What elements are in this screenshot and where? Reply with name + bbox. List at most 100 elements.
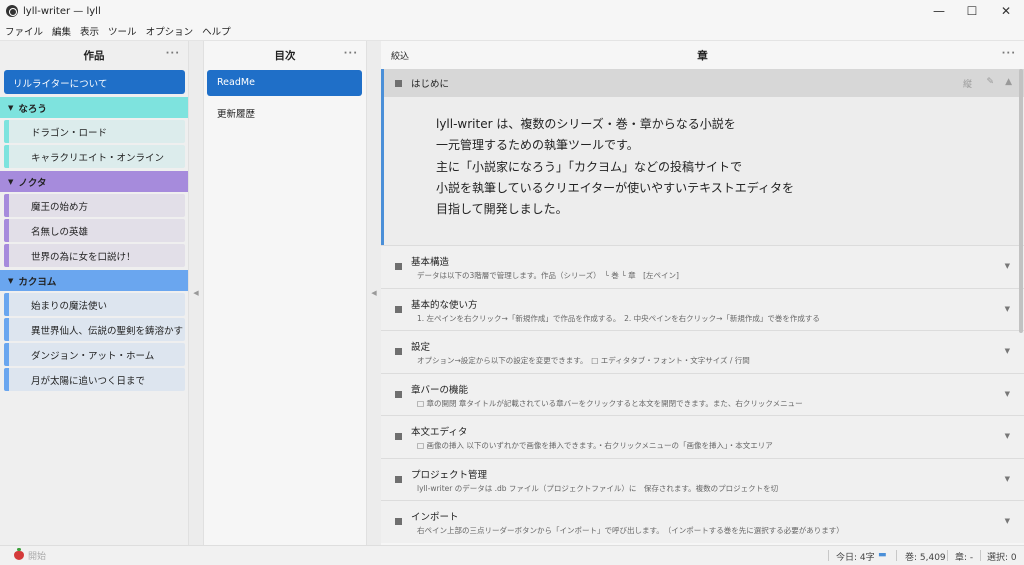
work-item[interactable]: 月が太陽に追いつく日まで <box>4 368 185 391</box>
toc-pane-title: 目次 <box>274 49 296 62</box>
chapter-bar[interactable]: インポート 右ペイン上部の三点リーダーボタンから「インポート」で呼び出します。 （… <box>381 500 1024 543</box>
menu-file[interactable]: ファイル <box>5 24 43 38</box>
filter-button[interactable]: 絞込 <box>391 49 409 62</box>
work-group-name: なろう <box>18 103 47 115</box>
chapter-title: 基本構造 <box>411 257 450 268</box>
chapter-square-icon <box>395 518 402 525</box>
menu-view[interactable]: 表示 <box>80 24 99 38</box>
chapters-pane-header: 絞込 章 ··· <box>381 41 1024 69</box>
work-group-name: カクヨム <box>18 276 57 288</box>
expand-triangle-icon[interactable]: ▼ <box>8 104 13 112</box>
work-item[interactable]: 始まりの魔法使い <box>4 293 185 316</box>
expand-chevron-icon[interactable]: ▼ <box>1005 517 1010 525</box>
chapters-scrollbar[interactable] <box>1019 69 1023 333</box>
status-divider <box>828 550 829 561</box>
chapter-bar[interactable]: 本文エディタ □ 画像の挿入 以下のいずれかで画像を挿入できます。・右クリックメニ… <box>381 415 1024 458</box>
maximize-button[interactable]: ☐ <box>955 0 989 22</box>
chapter-title: インポート <box>411 512 459 523</box>
status-volume: 巻: 5,409 <box>905 553 946 563</box>
app-status-icon <box>14 548 24 560</box>
work-item[interactable]: ドラゴン・ロード <box>4 120 185 143</box>
work-item[interactable]: ダンジョン・アット・ホーム <box>4 343 185 366</box>
chapter-summary: データは以下の3階層で管理します。作品（シリーズ） └ 巻 └ 章 [左ペイン] <box>417 271 679 280</box>
collapse-mid-icon: ◀ <box>371 289 377 297</box>
toc-more-button[interactable]: ··· <box>344 48 358 59</box>
menu-help[interactable]: ヘルプ <box>202 24 231 38</box>
collapse-left-icon: ◀ <box>193 289 199 297</box>
status-divider <box>896 550 897 561</box>
chapter-title: 章バーの機能 <box>411 384 469 396</box>
status-chapter: 章: - <box>955 553 974 563</box>
work-item[interactable]: 魔王の始め方 <box>4 194 185 217</box>
works-pane: 作品 ··· リルライターについて ▼ なろうドラゴン・ロード キャラクリエイト・オ… <box>0 41 189 545</box>
chapter-summary: □ 章の開閉 章タイトルが記載されている章バーをクリックすると本文を開閉できます… <box>417 398 803 408</box>
work-group-header[interactable]: ▼ ノクタ <box>0 171 188 192</box>
status-start: 開始 <box>28 552 47 562</box>
work-item[interactable]: キャラクリエイト・オンライン <box>4 145 185 168</box>
chapter-title: 本文エディタ <box>411 427 468 438</box>
chapter-summary: 1. 左ペインを右クリック→「新規作成」で作品を作成する。 2. 中央ペインを右… <box>417 313 820 323</box>
chapters-more-button[interactable]: ··· <box>1002 48 1016 59</box>
works-tree: ▼ なろうドラゴン・ロード キャラクリエイト・オンライン ▼ ノクタ魔王の始め方 名無しの… <box>0 97 188 391</box>
chapter-square-icon <box>395 79 402 87</box>
chapter-bar[interactable]: 章バーの機能 □ 章の開閉 章タイトルが記載されている章バーをクリックすると本文を… <box>381 372 1024 415</box>
expand-chevron-icon[interactable]: ▼ <box>1005 347 1010 355</box>
expand-triangle-icon[interactable]: ▼ <box>8 277 13 285</box>
window-title: lyll-writer — lyll <box>23 5 101 17</box>
active-chapter-title: はじめに <box>411 79 450 90</box>
toc-item-changelog[interactable]: 更新履歴 <box>207 99 362 125</box>
about-item[interactable]: リルライターについて <box>4 70 185 94</box>
right-splitter[interactable]: ◀ <box>367 41 381 545</box>
chapter-bar[interactable]: プロジェクト管理 lyll-writer のデータは .db ファイル（プロジェク… <box>381 457 1024 500</box>
menu-edit[interactable]: 編集 <box>52 24 71 38</box>
menu-bar: ファイル 編集 表示 ツール オプション ヘルプ <box>0 22 1024 41</box>
body-line: 主に「小説家になろう」「カクヨム」などの投稿サイトで <box>436 159 743 174</box>
active-chapter-bar[interactable]: はじめに 縦 ✎ ▲ <box>381 69 1024 97</box>
status-selection: 選択: 0 <box>987 553 1017 563</box>
expand-chevron-icon[interactable]: ▼ <box>1005 305 1010 313</box>
status-chart-icon: ▬ <box>878 550 887 560</box>
minimize-button[interactable]: — <box>922 0 956 22</box>
toc-pane: 目次 ··· ReadMe 更新履歴 <box>203 41 367 545</box>
chapter-summary: オプション→設定から以下の設定を変更できます。 □ エディタタブ・フォント・文字… <box>417 356 750 365</box>
expand-chevron-icon[interactable]: ▼ <box>1005 390 1010 398</box>
chapter-bar[interactable]: 基本的な使い方 1. 左ペインを右クリック→「新規作成」で作品を作成する。 2. … <box>381 287 1024 330</box>
work-group-name: ノクタ <box>18 177 47 189</box>
works-more-button[interactable]: ··· <box>166 48 180 59</box>
expand-chevron-icon[interactable]: ▼ <box>1005 475 1010 483</box>
app-logo-icon <box>6 5 18 17</box>
expand-chevron-icon[interactable]: ▼ <box>1005 262 1010 270</box>
works-pane-header: 作品 ··· <box>0 41 188 69</box>
chapter-summary: lyll-writer のデータは .db ファイル（プロジェクトファイル）に … <box>417 483 779 493</box>
chapter-title: 基本的な使い方 <box>411 299 478 311</box>
status-today: 今日: 4字 <box>836 553 875 563</box>
chapter-title: 設定 <box>411 342 431 353</box>
edit-icon[interactable]: ✎ <box>986 77 994 87</box>
left-splitter[interactable]: ◀ <box>189 41 203 545</box>
chapter-square-icon <box>395 475 402 483</box>
work-item[interactable]: 名無しの英雄 <box>4 219 185 242</box>
work-group-header[interactable]: ▼ なろう <box>0 97 188 118</box>
chapter-bar[interactable]: 設定オプション→設定から以下の設定を変更できます。 □ エディタタブ・フォント・… <box>381 330 1024 373</box>
work-item[interactable]: 世界の為に女を口説け！ <box>4 244 185 267</box>
works-pane-title: 作品 <box>83 49 105 62</box>
close-button[interactable]: ✕ <box>989 0 1023 22</box>
work-item[interactable]: 異世界仙人、伝説の聖剣を鋳溶かす <box>4 318 185 341</box>
chapter-bar[interactable]: 基本構造データは以下の3階層で管理します。作品（シリーズ） └ 巻 └ 章 [左… <box>381 245 1024 288</box>
chapter-square-icon <box>395 348 402 355</box>
expand-triangle-icon[interactable]: ▼ <box>8 178 13 186</box>
body-line: lyll-writer は、複数のシリーズ・巻・章からなる小説を <box>436 117 736 131</box>
chapter-list: 基本構造データは以下の3階層で管理します。作品（シリーズ） └ 巻 └ 章 [左… <box>381 245 1024 543</box>
title-bar: lyll-writer — lyll — ☐ ✕ <box>0 0 1024 22</box>
work-group-header[interactable]: ▼ カクヨム <box>0 270 188 291</box>
menu-options[interactable]: オプション <box>146 24 194 38</box>
expand-chevron-icon[interactable]: ▼ <box>1005 432 1010 440</box>
chapter-body-editor[interactable]: lyll-writer は、複数のシリーズ・巻・章からなる小説を 一元管理するた… <box>381 97 1024 245</box>
toc-item-readme[interactable]: ReadMe <box>207 70 362 96</box>
chapters-pane: 絞込 章 ··· はじめに 縦 ✎ ▲ lyll-writer は、複数のシリー… <box>381 41 1024 545</box>
collapse-chapter-icon[interactable]: ▲ <box>1005 77 1012 87</box>
chapter-square-icon <box>395 390 402 398</box>
status-divider <box>980 550 981 561</box>
menu-tools[interactable]: ツール <box>108 24 137 38</box>
vertical-text-icon[interactable]: 縦 <box>963 77 972 90</box>
